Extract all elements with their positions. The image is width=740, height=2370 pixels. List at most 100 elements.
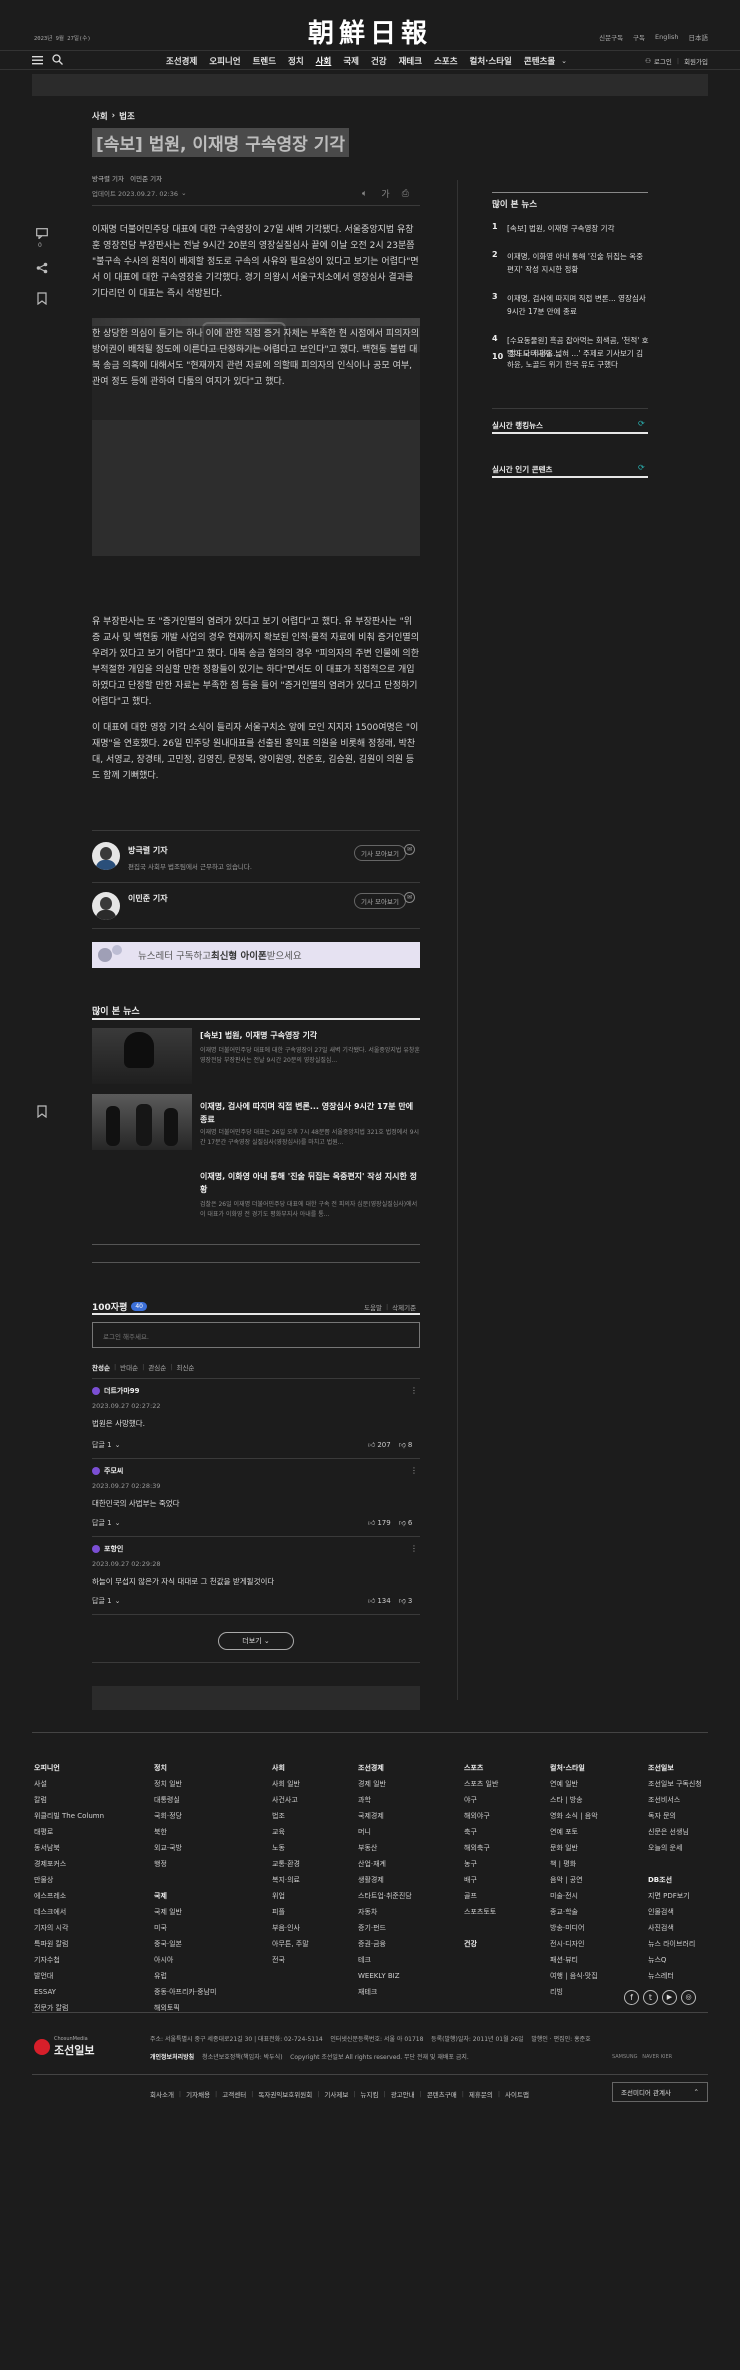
sidebar-news-link[interactable]: 이재명, 이화영 아내 통해 '진술 뒤집는 옥중편지' 작성 지시한 정황 bbox=[507, 250, 649, 276]
mail-icon[interactable]: ✉ bbox=[404, 892, 415, 903]
footer-bottom-link[interactable]: 사이트맵 bbox=[505, 2089, 529, 2099]
facebook-icon[interactable]: f bbox=[624, 1990, 639, 2005]
youtube-icon[interactable]: ▶ bbox=[662, 1990, 677, 2005]
news-thumb[interactable] bbox=[92, 1094, 192, 1150]
footer-link[interactable]: 미국 bbox=[154, 1920, 272, 1936]
delete-rule-link[interactable]: 삭제기준 bbox=[392, 1302, 416, 1312]
nav-contents-mall[interactable]: 콘텐츠몰 bbox=[524, 55, 555, 67]
byline[interactable]: 방극렬 기자 이민준 기자 bbox=[92, 173, 162, 183]
nav-sports[interactable]: 스포츠 bbox=[434, 55, 457, 67]
footer-link[interactable]: 야구 bbox=[464, 1792, 550, 1808]
footer-bottom-link[interactable]: 광고안내 bbox=[391, 2089, 415, 2099]
reply-button[interactable]: 답글 1 ⌄ bbox=[92, 1596, 120, 1606]
footer-link[interactable]: 신문은 선생님 bbox=[648, 1824, 718, 1840]
footer-link[interactable]: 중동·아프리카·중남미 bbox=[154, 1984, 272, 2000]
footer-bottom-link[interactable]: 기사제보 bbox=[324, 2089, 348, 2099]
chevron-down-icon[interactable]: ⌄ bbox=[561, 57, 567, 65]
footer-link[interactable]: 에스프레소 bbox=[34, 1888, 154, 1904]
refresh-icon[interactable]: ⟳ bbox=[638, 419, 645, 428]
footer-link[interactable]: 데스크에서 bbox=[34, 1904, 154, 1920]
footer-link[interactable]: 노동 bbox=[272, 1840, 358, 1856]
footer-brand[interactable]: ChosunMedia 조선일보 bbox=[34, 2036, 94, 2058]
more-options-icon[interactable]: ⋮ bbox=[410, 1544, 418, 1553]
footer-bottom-link[interactable]: 제휴문의 bbox=[469, 2089, 493, 2099]
footer-link[interactable]: 국제경제 bbox=[358, 1808, 464, 1824]
footer-link[interactable]: 책 | 평화 bbox=[550, 1856, 648, 1872]
footer-link[interactable]: 정치 일반 bbox=[154, 1776, 272, 1792]
bookmark-icon[interactable] bbox=[37, 1105, 47, 1118]
privacy-policy-link[interactable]: 개인정보처리방침 bbox=[150, 2052, 194, 2061]
more-comments-button[interactable]: 더보기 ⌄ bbox=[218, 1632, 294, 1650]
footer-link[interactable]: 골프 bbox=[464, 1888, 550, 1904]
footer-bottom-link[interactable]: 고객센터 bbox=[222, 2089, 246, 2099]
search-icon[interactable] bbox=[52, 54, 63, 65]
print-icon[interactable]: ⎙ bbox=[402, 189, 409, 199]
footer-link[interactable]: ESSAY bbox=[34, 1984, 154, 2000]
menu-icon[interactable] bbox=[32, 55, 43, 65]
nav-politics[interactable]: 정치 bbox=[288, 55, 304, 67]
thumbs-up-icon[interactable]: 👍︎ bbox=[368, 1596, 375, 1605]
thumbs-down-icon[interactable]: 👎︎ bbox=[399, 1596, 406, 1605]
newsletter-banner[interactable]: 뉴스레터 구독하고 최신형 아이폰 받으세요 bbox=[92, 942, 420, 968]
nav-health[interactable]: 건강 bbox=[371, 55, 387, 67]
footer-col-heading[interactable]: 국제 bbox=[154, 1888, 272, 1904]
footer-col-heading[interactable]: 조선일보 bbox=[648, 1760, 718, 1776]
footer-link[interactable]: 사건사고 bbox=[272, 1792, 358, 1808]
footer-link[interactable]: 테크 bbox=[358, 1952, 464, 1968]
footer-link[interactable]: 농구 bbox=[464, 1856, 550, 1872]
author-name[interactable]: 방극렬 기자 bbox=[128, 845, 168, 856]
footer-link[interactable]: 인물검색 bbox=[648, 1904, 718, 1920]
footer-link[interactable]: 피플 bbox=[272, 1904, 358, 1920]
author-more-button[interactable]: 기사 모아보기 bbox=[354, 893, 406, 909]
thumbs-down-icon[interactable]: 👎︎ bbox=[399, 1518, 406, 1527]
nav-economy[interactable]: 조선경제 bbox=[166, 55, 197, 67]
comment-input[interactable]: 로그인 해주세요. bbox=[92, 1322, 420, 1348]
footer-link[interactable]: 연예 포토 bbox=[550, 1824, 648, 1840]
sidebar-news-link[interactable]: [속보] 법원, 이재명 구속영장 기각 bbox=[507, 222, 649, 235]
footer-link[interactable]: 국회·정당 bbox=[154, 1808, 272, 1824]
footer-link[interactable]: 경제 일반 bbox=[358, 1776, 464, 1792]
footer-link[interactable]: 조선일보 구독신청 bbox=[648, 1776, 718, 1792]
comment-username[interactable]: 더트가마99 bbox=[104, 1386, 140, 1396]
footer-link[interactable]: 기자의 시각 bbox=[34, 1920, 154, 1936]
footer-link[interactable]: 사회 일반 bbox=[272, 1776, 358, 1792]
comment-username[interactable]: 포항인 bbox=[104, 1544, 123, 1554]
footer-link[interactable]: 사진검색 bbox=[648, 1920, 718, 1936]
more-options-icon[interactable]: ⋮ bbox=[410, 1466, 418, 1475]
comment-icon[interactable] bbox=[36, 228, 48, 239]
thumbs-up-icon[interactable]: 👍︎ bbox=[368, 1518, 375, 1527]
speaker-icon[interactable]: 🔈︎ bbox=[362, 189, 367, 199]
footer-link[interactable]: 증기·펀드 bbox=[358, 1920, 464, 1936]
footer-link[interactable]: 해외축구 bbox=[464, 1840, 550, 1856]
footer-link[interactable]: 북한 bbox=[154, 1824, 272, 1840]
breadcrumb-section[interactable]: 사회 bbox=[92, 110, 108, 122]
footer-link[interactable]: 아무튼, 주말 bbox=[272, 1936, 358, 1952]
footer-link[interactable]: 유럽 bbox=[154, 1968, 272, 1984]
footer-link[interactable]: 대통령실 bbox=[154, 1792, 272, 1808]
footer-link[interactable]: 재테크 bbox=[358, 1984, 464, 2000]
footer-col-heading[interactable]: 건강 bbox=[464, 1936, 550, 1952]
nav-trend[interactable]: 트렌드 bbox=[253, 55, 276, 67]
footer-link[interactable]: 스타 | 방송 bbox=[550, 1792, 648, 1808]
util-link[interactable]: 신문구독 bbox=[599, 32, 623, 42]
footer-link[interactable]: 스타트업·취준진담 bbox=[358, 1888, 464, 1904]
footer-bottom-link[interactable]: 독자권익보호위원회 bbox=[258, 2089, 312, 2099]
footer-link[interactable]: 연예 일반 bbox=[550, 1776, 648, 1792]
footer-link[interactable]: 배구 bbox=[464, 1872, 550, 1888]
nav-opinion[interactable]: 오피니언 bbox=[209, 55, 240, 67]
footer-link[interactable]: 뉴스레터 bbox=[648, 1968, 718, 1984]
footer-link[interactable]: 경제포커스 bbox=[34, 1856, 154, 1872]
chevron-down-icon[interactable]: ⌄ bbox=[181, 189, 186, 197]
footer-link[interactable]: 패션·뷰티 bbox=[550, 1952, 648, 1968]
footer-col-heading[interactable]: 사회 bbox=[272, 1760, 358, 1776]
twitter-icon[interactable]: t bbox=[643, 1990, 658, 2005]
footer-link[interactable]: 법조 bbox=[272, 1808, 358, 1824]
footer-link[interactable]: 영화 소식 | 음악 bbox=[550, 1808, 648, 1824]
footer-link[interactable]: 해외야구 bbox=[464, 1808, 550, 1824]
footer-link[interactable]: 국제 일반 bbox=[154, 1904, 272, 1920]
footer-link[interactable]: 전시·디자인 bbox=[550, 1936, 648, 1952]
bookmark-icon[interactable] bbox=[37, 292, 47, 305]
footer-link[interactable]: 생활경제 bbox=[358, 1872, 464, 1888]
refresh-icon[interactable]: ⟳ bbox=[638, 463, 645, 472]
footer-link[interactable]: 해외토픽 bbox=[154, 2000, 272, 2016]
